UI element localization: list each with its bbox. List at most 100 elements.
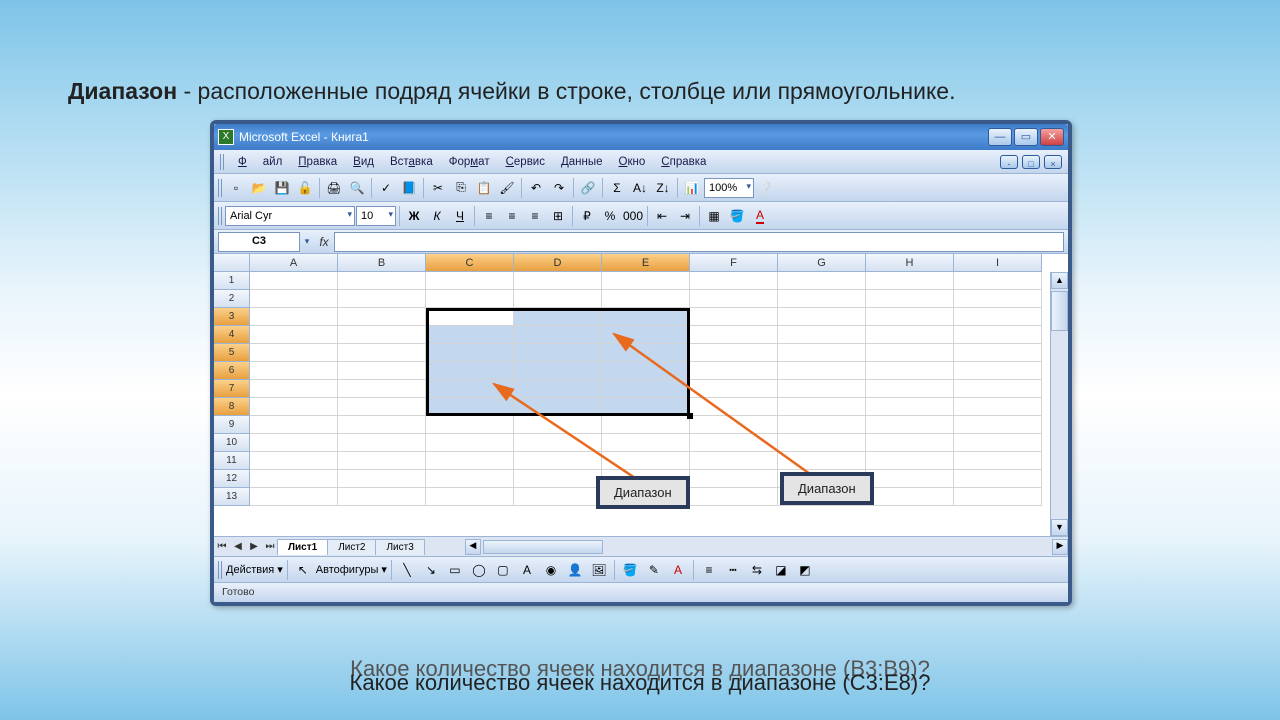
row-header-12[interactable]: 12 — [214, 470, 250, 488]
col-header-I[interactable]: I — [954, 254, 1042, 272]
cell-D3[interactable] — [514, 308, 602, 326]
cell-F7[interactable] — [690, 380, 778, 398]
cell-I9[interactable] — [954, 416, 1042, 434]
row-header-4[interactable]: 4 — [214, 326, 250, 344]
formula-bar[interactable] — [334, 232, 1064, 252]
cell-E6[interactable] — [602, 362, 690, 380]
cell-F8[interactable] — [690, 398, 778, 416]
doc-restore-button[interactable]: - — [1000, 155, 1018, 169]
comma-icon[interactable]: 000 — [622, 205, 644, 227]
preview-icon[interactable]: 🔍 — [346, 177, 368, 199]
cell-G10[interactable] — [778, 434, 866, 452]
col-header-H[interactable]: H — [866, 254, 954, 272]
link-icon[interactable]: 🔗 — [577, 177, 599, 199]
close-button[interactable]: ✕ — [1040, 128, 1064, 146]
cell-I11[interactable] — [954, 452, 1042, 470]
tab-last-icon[interactable]: ⏭ — [262, 541, 278, 552]
autoshapes-menu[interactable]: Автофигуры ▾ — [316, 563, 387, 576]
cell-A13[interactable] — [250, 488, 338, 506]
cell-E9[interactable] — [602, 416, 690, 434]
cell-A8[interactable] — [250, 398, 338, 416]
grip-icon[interactable] — [218, 207, 224, 225]
size-combo[interactable]: 10 — [356, 206, 396, 226]
cell-F3[interactable] — [690, 308, 778, 326]
help-icon[interactable]: ❔ — [755, 177, 777, 199]
cell-E10[interactable] — [602, 434, 690, 452]
select-all-corner[interactable] — [214, 254, 250, 272]
cell-D5[interactable] — [514, 344, 602, 362]
align-right-icon[interactable]: ≡ — [524, 205, 546, 227]
menu-window[interactable]: Окно — [611, 154, 654, 170]
cell-E8[interactable] — [602, 398, 690, 416]
font-color-icon[interactable]: A — [749, 205, 771, 227]
menu-tools[interactable]: Сервис — [498, 154, 553, 170]
permission-icon[interactable]: 🔓 — [294, 177, 316, 199]
cell-B6[interactable] — [338, 362, 426, 380]
cut-icon[interactable]: ✂ — [427, 177, 449, 199]
cell-I7[interactable] — [954, 380, 1042, 398]
inc-indent-icon[interactable]: ⇥ — [674, 205, 696, 227]
fill-icon[interactable]: 🪣 — [619, 559, 641, 581]
row-header-10[interactable]: 10 — [214, 434, 250, 452]
cell-C1[interactable] — [426, 272, 514, 290]
format-painter-icon[interactable]: 🖌 — [496, 177, 518, 199]
minimize-button[interactable]: — — [988, 128, 1012, 146]
3d-icon[interactable]: ◩ — [794, 559, 816, 581]
cell-C6[interactable] — [426, 362, 514, 380]
cell-E2[interactable] — [602, 290, 690, 308]
cell-E4[interactable] — [602, 326, 690, 344]
row-header-3[interactable]: 3 — [214, 308, 250, 326]
arrow-style-icon[interactable]: ⇆ — [746, 559, 768, 581]
line-style-icon[interactable]: ≡ — [698, 559, 720, 581]
cell-F13[interactable] — [690, 488, 778, 506]
menu-file[interactable]: Файл — [230, 154, 290, 170]
cell-I1[interactable] — [954, 272, 1042, 290]
open-icon[interactable]: 📂 — [248, 177, 270, 199]
dash-style-icon[interactable]: ┅ — [722, 559, 744, 581]
cell-H3[interactable] — [866, 308, 954, 326]
redo-icon[interactable]: ↷ — [548, 177, 570, 199]
scroll-left-icon[interactable]: ◀ — [465, 539, 481, 555]
cell-D10[interactable] — [514, 434, 602, 452]
cell-G3[interactable] — [778, 308, 866, 326]
paste-icon[interactable]: 📋 — [473, 177, 495, 199]
cell-C12[interactable] — [426, 470, 514, 488]
cell-E5[interactable] — [602, 344, 690, 362]
row-header-6[interactable]: 6 — [214, 362, 250, 380]
cell-C11[interactable] — [426, 452, 514, 470]
grip-icon[interactable] — [218, 561, 224, 579]
select-icon[interactable]: ↖ — [292, 559, 314, 581]
zoom-combo[interactable]: 100% — [704, 178, 754, 198]
cell-A4[interactable] — [250, 326, 338, 344]
cell-A5[interactable] — [250, 344, 338, 362]
print-icon[interactable]: 🖨 — [323, 177, 345, 199]
cell-B13[interactable] — [338, 488, 426, 506]
textbox-icon[interactable]: ▢ — [492, 559, 514, 581]
wordart-icon[interactable]: A — [516, 559, 538, 581]
row-header-8[interactable]: 8 — [214, 398, 250, 416]
cell-C5[interactable] — [426, 344, 514, 362]
horizontal-scrollbar[interactable]: ◀ ▶ — [465, 539, 1068, 555]
doc-max-button[interactable]: □ — [1022, 155, 1040, 169]
tab-first-icon[interactable]: ⏮ — [214, 541, 230, 552]
col-header-E[interactable]: E — [602, 254, 690, 272]
tab-prev-icon[interactable]: ◀ — [230, 541, 246, 552]
cell-I4[interactable] — [954, 326, 1042, 344]
cell-C8[interactable] — [426, 398, 514, 416]
percent-icon[interactable]: % — [599, 205, 621, 227]
cell-B12[interactable] — [338, 470, 426, 488]
scroll-up-icon[interactable]: ▲ — [1051, 272, 1068, 289]
fill-color-icon[interactable]: 🪣 — [726, 205, 748, 227]
menu-view[interactable]: Вид — [345, 154, 382, 170]
cell-D2[interactable] — [514, 290, 602, 308]
cell-C9[interactable] — [426, 416, 514, 434]
cell-I8[interactable] — [954, 398, 1042, 416]
align-left-icon[interactable]: ≡ — [478, 205, 500, 227]
cell-D7[interactable] — [514, 380, 602, 398]
cell-C2[interactable] — [426, 290, 514, 308]
scroll-thumb[interactable] — [483, 540, 603, 554]
row-header-2[interactable]: 2 — [214, 290, 250, 308]
dec-indent-icon[interactable]: ⇤ — [651, 205, 673, 227]
sort-asc-icon[interactable]: A↓ — [629, 177, 651, 199]
name-box[interactable]: C3 — [218, 232, 300, 252]
